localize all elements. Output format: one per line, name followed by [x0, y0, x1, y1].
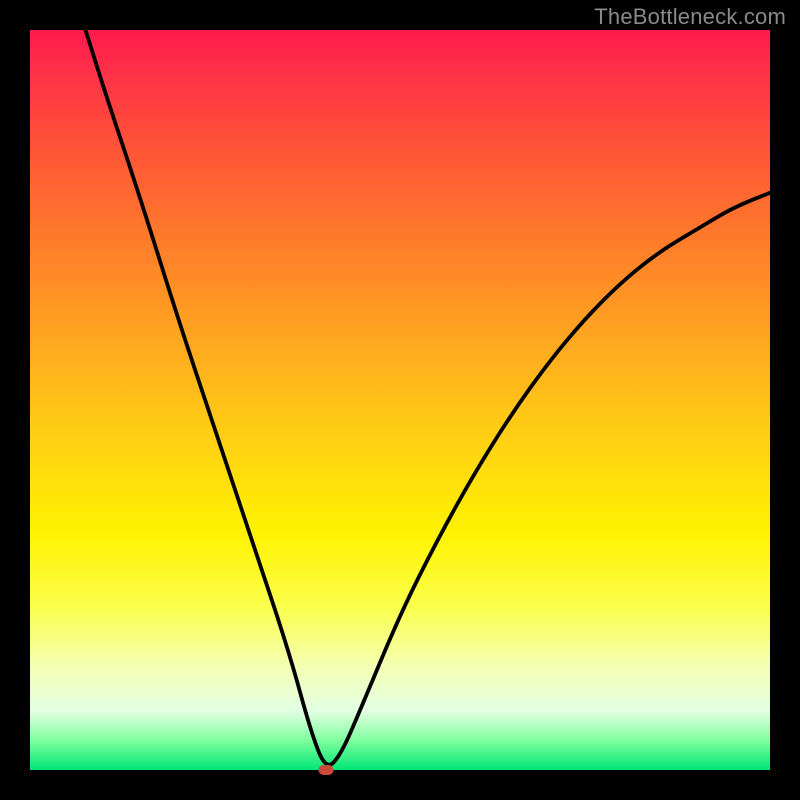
curve-svg: [30, 30, 770, 770]
result-marker: [319, 765, 334, 775]
plot-area: [30, 30, 770, 770]
watermark-text: TheBottleneck.com: [594, 4, 786, 30]
bottleneck-curve: [86, 30, 771, 765]
chart-frame: TheBottleneck.com: [0, 0, 800, 800]
